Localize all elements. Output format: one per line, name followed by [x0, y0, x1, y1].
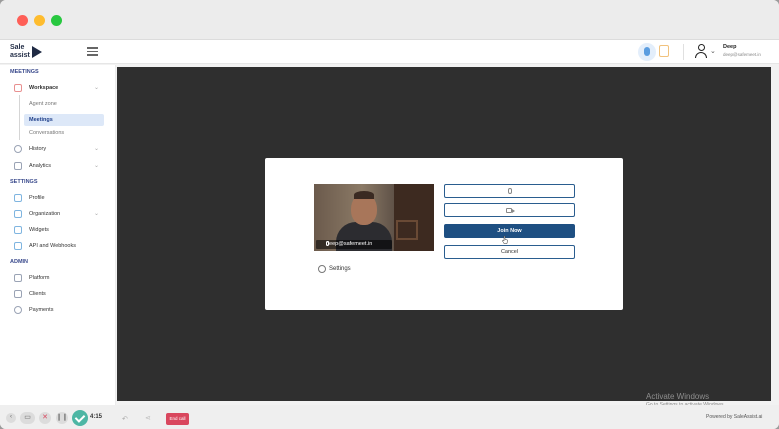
share-icon[interactable]: ⋖ — [145, 414, 151, 422]
powered-by-text: Powered by SaleAssist.ai — [706, 414, 763, 420]
platform-icon — [14, 274, 22, 282]
sidebar-item-widgets[interactable]: Widgets — [14, 224, 110, 236]
chevron-down-icon: ⌄ — [94, 163, 100, 169]
end-call-button[interactable]: End call — [166, 413, 189, 425]
history-icon — [14, 145, 22, 153]
sidebar-subitem-meetings[interactable]: Meetings — [24, 114, 104, 126]
payments-icon — [14, 306, 22, 314]
hand-cursor-icon — [502, 236, 508, 244]
user-email: deep@safemeet.in — [723, 52, 761, 57]
camera-icon — [506, 208, 515, 213]
undo-icon[interactable]: ↶ — [122, 415, 128, 423]
widgets-icon — [14, 226, 22, 234]
app-header: Sale assist ⌄ Deep deep@safemeet.in — [0, 40, 779, 64]
mic-icon — [508, 188, 512, 194]
chevron-down-icon: ⌄ — [94, 211, 100, 217]
sidebar-item-workspace[interactable]: Workspace ⌄ — [14, 82, 110, 94]
recording-timer: 4:15 — [90, 414, 103, 420]
video-name-tag: deep@safemeet.in — [316, 240, 392, 249]
settings-button[interactable]: Settings — [318, 265, 368, 274]
camera-toggle-button[interactable] — [444, 203, 575, 217]
chevron-down-icon: ⌄ — [94, 85, 100, 91]
clients-icon — [14, 290, 22, 298]
close-window-button[interactable] — [17, 15, 28, 26]
camera-preview: deep@safemeet.in — [314, 184, 434, 251]
sidebar-item-history[interactable]: History ⌄ — [14, 143, 110, 155]
chevron-down-icon: ⌄ — [94, 146, 100, 152]
sidebar-item-profile[interactable]: Profile — [14, 192, 110, 204]
sidebar-item-organization[interactable]: Organization ⌄ — [14, 208, 110, 220]
camera-icon[interactable]: ▭ — [20, 412, 35, 424]
user-name: Deep — [723, 44, 737, 50]
sidebar-item-analytics[interactable]: Analytics ⌄ — [14, 160, 110, 172]
submenu-guide-line — [19, 95, 20, 140]
section-heading-meetings: MEETINGS — [10, 69, 39, 75]
gear-icon — [318, 265, 326, 273]
close-icon[interactable]: ✕ — [39, 412, 51, 424]
sidebar-item-api-webhooks[interactable]: API and Webhooks — [14, 240, 110, 252]
sidebar-item-payments[interactable]: Payments — [14, 304, 110, 316]
notification-icon[interactable] — [638, 43, 656, 61]
chevron-down-icon[interactable]: ⌄ — [710, 47, 716, 55]
sidebar-item-platform[interactable]: Platform — [14, 272, 110, 284]
saleassist-logo[interactable]: Sale assist — [10, 44, 44, 60]
workspace-icon — [14, 84, 22, 92]
calendar-icon[interactable] — [659, 45, 669, 57]
section-heading-settings: SETTINGS — [10, 179, 38, 185]
section-heading-admin: ADMIN — [10, 259, 29, 265]
profile-icon — [14, 194, 22, 202]
sidebar-item-clients[interactable]: Clients — [14, 288, 110, 300]
join-now-button[interactable]: Join Now — [444, 224, 575, 238]
sidebar-subitem-agent-zone[interactable]: Agent zone — [24, 98, 104, 110]
collapse-toolbar-button[interactable]: ‹ — [6, 413, 16, 423]
pause-icon[interactable]: ❙❙ — [56, 412, 68, 424]
header-divider — [683, 44, 684, 60]
recorder-toolbar: ‹ ▭ ✕ ❙❙ 4:15 ↶ ⋖ End call Powered by Sa… — [0, 405, 779, 429]
app-window: Sale assist ⌄ Deep deep@safemeet.in MEET… — [0, 0, 779, 429]
sidebar-subitem-conversations[interactable]: Conversations — [24, 127, 104, 139]
api-icon — [14, 242, 22, 250]
analytics-icon — [14, 162, 22, 170]
check-icon[interactable] — [72, 410, 88, 426]
minimize-window-button[interactable] — [34, 15, 45, 26]
window-titlebar — [0, 0, 779, 40]
user-avatar-icon[interactable] — [695, 44, 707, 58]
microphone-toggle-button[interactable] — [444, 184, 575, 198]
cancel-button[interactable]: Cancel — [444, 245, 575, 259]
activate-windows-title: Activate Windows — [646, 392, 710, 401]
organization-icon — [14, 210, 22, 218]
logo-play-icon — [32, 46, 42, 58]
maximize-window-button[interactable] — [51, 15, 62, 26]
menu-icon[interactable] — [87, 47, 98, 56]
